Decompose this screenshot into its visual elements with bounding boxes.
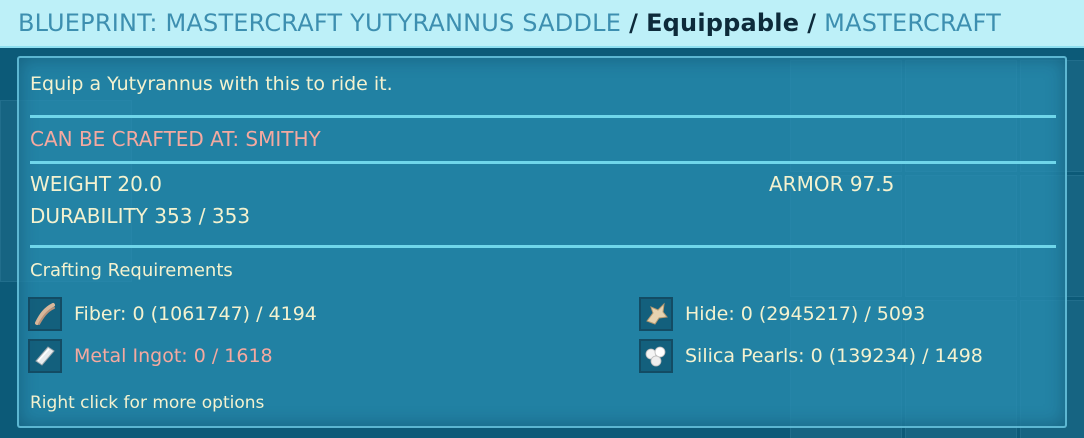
requirement-label: Hide: 0 (2945217) / 5093 bbox=[685, 303, 926, 325]
item-quality: MASTERCRAFT bbox=[824, 9, 1001, 37]
requirement-fiber: Fiber: 0 (1061747) / 4194 bbox=[28, 296, 317, 332]
crafted-at-label: CAN BE CRAFTED AT: SMITHY bbox=[30, 127, 321, 151]
silica-pearls-icon bbox=[639, 339, 673, 373]
requirement-metal-ingot: Metal Ingot: 0 / 1618 bbox=[28, 338, 273, 374]
crafting-requirements-title: Crafting Requirements bbox=[30, 260, 233, 281]
weight-stat: WEIGHT 20.0 bbox=[30, 172, 162, 196]
requirement-hide: Hide: 0 (2945217) / 5093 bbox=[639, 296, 925, 332]
tooltip-header: BLUEPRINT: MASTERCRAFT YUTYRANNUS SADDLE… bbox=[0, 0, 1084, 48]
right-click-hint: Right click for more options bbox=[30, 393, 265, 413]
divider bbox=[30, 115, 1056, 118]
requirement-silica-pearls: Silica Pearls: 0 (139234) / 1498 bbox=[639, 338, 983, 374]
header-separator: / bbox=[807, 9, 817, 37]
divider bbox=[30, 161, 1056, 164]
metal-ingot-icon bbox=[28, 339, 62, 373]
durability-stat: DURABILITY 353 / 353 bbox=[30, 204, 251, 228]
requirement-label: Metal Ingot: 0 / 1618 bbox=[74, 345, 273, 367]
item-description: Equip a Yutyrannus with this to ride it. bbox=[30, 73, 393, 95]
requirement-label: Silica Pearls: 0 (139234) / 1498 bbox=[685, 345, 983, 367]
item-name: BLUEPRINT: MASTERCRAFT YUTYRANNUS SADDLE bbox=[18, 9, 622, 37]
armor-stat: ARMOR 97.5 bbox=[769, 172, 895, 196]
tooltip-panel: Equip a Yutyrannus with this to ride it.… bbox=[17, 56, 1067, 428]
fiber-icon bbox=[28, 297, 62, 331]
divider bbox=[30, 245, 1056, 248]
item-category: Equippable bbox=[646, 9, 800, 37]
requirement-label: Fiber: 0 (1061747) / 4194 bbox=[74, 303, 317, 325]
header-separator: / bbox=[629, 9, 639, 37]
hide-icon bbox=[639, 297, 673, 331]
